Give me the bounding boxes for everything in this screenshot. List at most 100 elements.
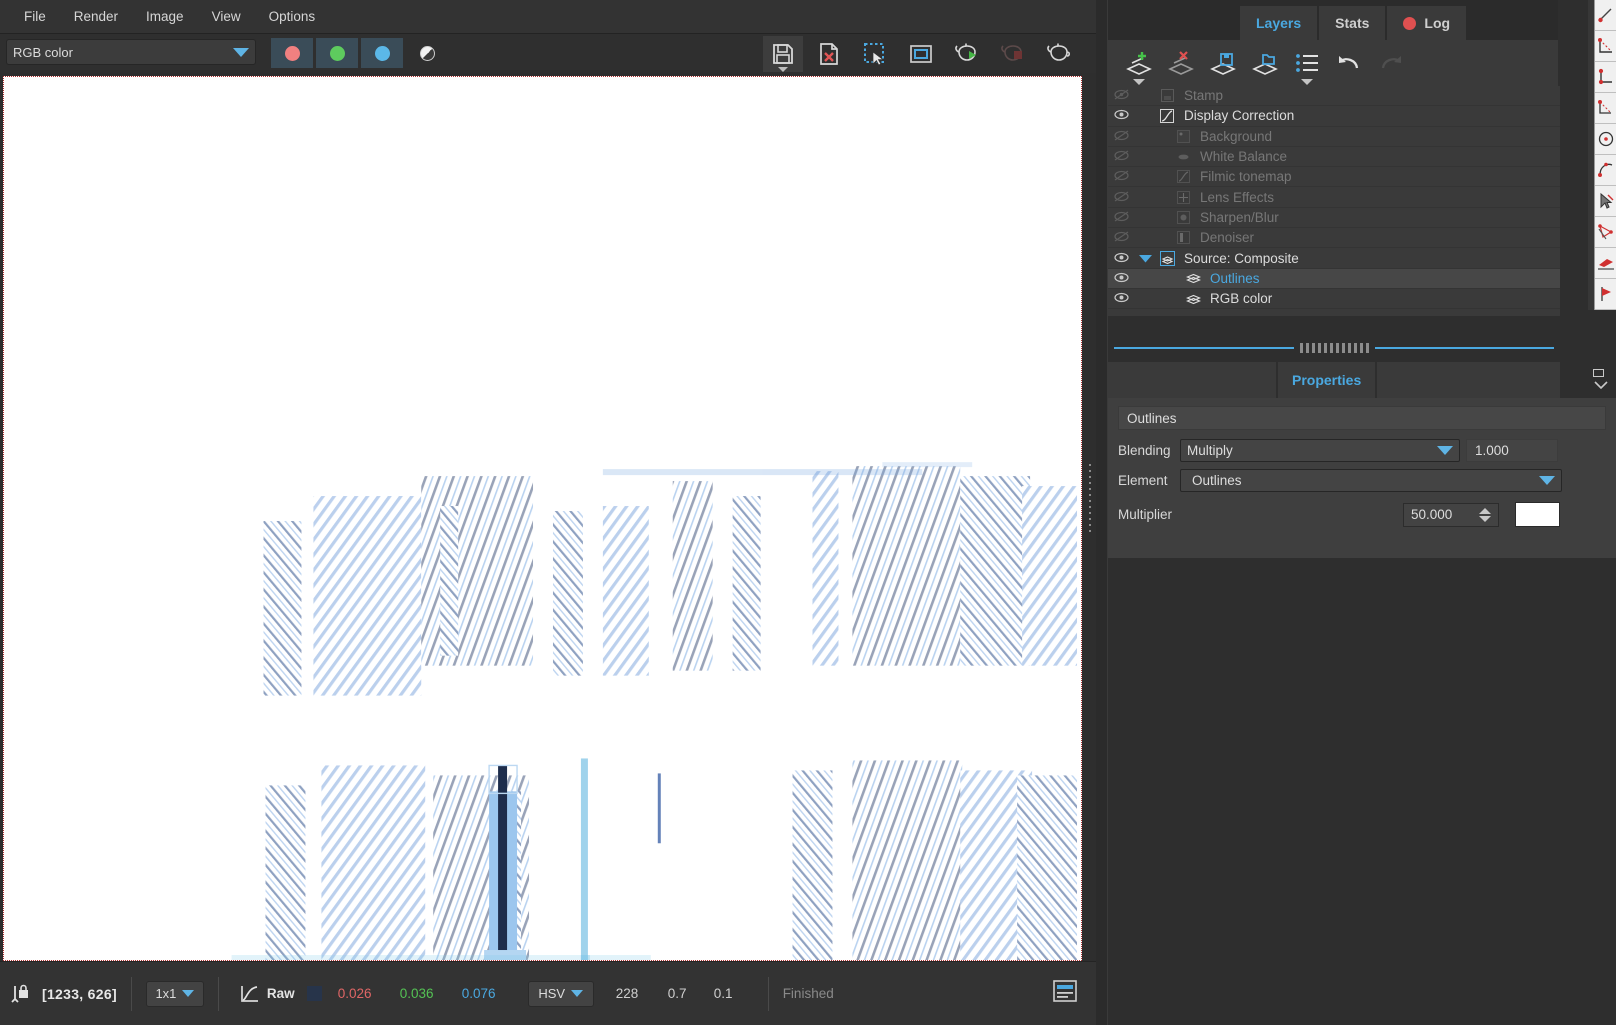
start-render-button[interactable] — [947, 36, 987, 72]
tool-plane-icon[interactable] — [1595, 248, 1616, 279]
list-icon — [1296, 54, 1318, 72]
visibility-toggle-icon[interactable] — [1108, 88, 1134, 103]
layer-name-field[interactable]: Outlines — [1118, 406, 1606, 430]
discard-image-button[interactable] — [809, 36, 849, 72]
remove-layer-button[interactable] — [1160, 43, 1202, 83]
sample-size-select[interactable]: 1x1 — [145, 980, 204, 1007]
tool-node-edit-icon[interactable] — [1595, 217, 1616, 248]
layer-row-rgb-color[interactable]: RGB color — [1108, 289, 1560, 310]
redo-button[interactable] — [1370, 43, 1412, 83]
visibility-toggle-icon[interactable] — [1108, 230, 1134, 245]
layer-row-sharpen-blur[interactable]: Sharpen/Blur — [1108, 208, 1560, 229]
undo-button[interactable] — [1328, 43, 1370, 83]
channel-alpha-button[interactable] — [406, 38, 448, 68]
add-layer-button[interactable] — [1118, 43, 1160, 85]
tool-circle-icon[interactable] — [1595, 124, 1616, 155]
tab-properties[interactable]: Properties — [1278, 362, 1376, 398]
visibility-toggle-icon[interactable] — [1108, 129, 1134, 144]
save-layer-button[interactable] — [1202, 43, 1244, 83]
tone-curve-icon[interactable] — [233, 983, 267, 1005]
multiplier-spinner[interactable]: 50.000 — [1403, 502, 1499, 527]
visibility-toggle-icon[interactable] — [1108, 108, 1134, 123]
expand-twisty-icon[interactable] — [1134, 251, 1156, 266]
tab-layers[interactable]: Layers — [1240, 6, 1318, 40]
menu-file[interactable]: File — [10, 4, 60, 29]
vertical-tool-palette — [1594, 0, 1616, 310]
layer-row-source-composite[interactable]: Source: Composite — [1108, 248, 1560, 269]
pixel-probe-lock-icon[interactable] — [0, 983, 42, 1005]
stack-icon — [1156, 250, 1178, 266]
tool-distance-icon[interactable] — [1595, 62, 1616, 93]
tool-cursor-icon[interactable] — [1595, 186, 1616, 217]
tool-corner-icon[interactable] — [1595, 93, 1616, 124]
menu-render[interactable]: Render — [60, 4, 132, 29]
tool-flag-icon[interactable] — [1595, 279, 1616, 310]
visibility-toggle-icon[interactable] — [1108, 149, 1134, 164]
save-icon — [773, 44, 793, 64]
visibility-toggle-icon[interactable] — [1108, 291, 1134, 306]
visibility-toggle-icon[interactable] — [1108, 190, 1134, 205]
splitter-grip[interactable] — [1299, 343, 1369, 353]
menu-image[interactable]: Image — [132, 4, 198, 29]
display-layer-select[interactable]: RGB color — [6, 39, 256, 65]
tab-log-label: Log — [1424, 15, 1451, 31]
blue-dot-icon — [374, 45, 390, 61]
save-image-button[interactable] — [763, 36, 803, 72]
raw-color-swatch — [306, 986, 322, 1001]
channel-blue-button[interactable] — [361, 38, 403, 68]
status-bar: [1233, 626] 1x1 Raw 0.026 0.036 0.076 HS… — [0, 961, 1096, 1025]
channel-green-button[interactable] — [316, 38, 358, 68]
colorspace-select[interactable]: HSV — [527, 980, 594, 1007]
frame-region-icon — [910, 45, 932, 63]
teapot-button[interactable] — [1039, 36, 1079, 72]
cursor-coordinates: [1233, 626] — [42, 985, 117, 1002]
blending-opacity-field[interactable]: 1.000 — [1466, 439, 1558, 462]
multiplier-label: Multiplier — [1118, 507, 1173, 522]
visibility-toggle-icon[interactable] — [1108, 251, 1134, 266]
channel-red-button[interactable] — [271, 38, 313, 68]
layer-row-stamp[interactable]: Stamp — [1108, 86, 1560, 107]
tool-angle-measure-icon[interactable] — [1595, 31, 1616, 62]
menu-view[interactable]: View — [198, 4, 255, 29]
layer-row-denoiser[interactable]: Denoiser — [1108, 228, 1560, 249]
layer-list[interactable]: Stamp Display Correction Background Whit… — [1108, 86, 1560, 316]
application-window: File Render Image View Options RGB color — [0, 0, 1616, 1025]
menu-options[interactable]: Options — [255, 4, 330, 29]
spinner-arrows-icon[interactable] — [1479, 507, 1491, 522]
stamp-icon — [1156, 89, 1178, 103]
layer-row-filmic-tonemap[interactable]: Filmic tonemap — [1108, 167, 1560, 188]
visibility-toggle-icon[interactable] — [1108, 271, 1134, 286]
render-canvas[interactable] — [3, 76, 1082, 961]
tab-log[interactable]: Log — [1387, 6, 1467, 40]
layer-row-display-correction[interactable]: Display Correction — [1108, 106, 1560, 127]
layer-row-white-balance[interactable]: White Balance — [1108, 147, 1560, 168]
layer-name-value: Outlines — [1127, 410, 1177, 426]
region-select-button[interactable] — [855, 36, 895, 72]
layer-row-outlines[interactable]: Outlines — [1108, 268, 1560, 289]
splitter-bar-right — [1374, 347, 1554, 349]
blending-mode-select[interactable]: Multiply — [1180, 439, 1460, 462]
image-toolbar: RGB color — [0, 34, 1096, 73]
visibility-toggle-icon[interactable] — [1108, 210, 1134, 225]
tool-point-icon[interactable] — [1595, 0, 1616, 31]
teapot-stop-icon — [1001, 45, 1022, 61]
element-select[interactable]: Outlines — [1180, 469, 1562, 492]
tab-stats[interactable]: Stats — [1319, 6, 1386, 40]
viewport-panel-splitter[interactable] — [1085, 462, 1094, 534]
dock-left-rail — [1096, 0, 1108, 1025]
layer-row-background[interactable]: Background — [1108, 127, 1560, 147]
load-layer-button[interactable] — [1244, 43, 1286, 83]
stop-render-button[interactable] — [993, 36, 1033, 72]
layer-row-lens-effects[interactable]: Lens Effects — [1108, 187, 1560, 208]
properties-panel-menu-button[interactable] — [1590, 364, 1612, 394]
delete-image-icon — [820, 43, 838, 65]
visibility-toggle-icon[interactable] — [1108, 169, 1134, 184]
dock-horizontal-splitter[interactable] — [1108, 336, 1560, 360]
tool-arc-icon[interactable] — [1595, 155, 1616, 186]
layer-list-options-button[interactable] — [1286, 43, 1328, 85]
log-panel-icon[interactable] — [1052, 979, 1078, 1006]
stack-icon — [1182, 272, 1204, 284]
multiplier-color-swatch[interactable] — [1515, 502, 1560, 527]
render-region-button[interactable] — [901, 36, 941, 72]
properties-tab-bar: Properties — [1108, 362, 1560, 398]
